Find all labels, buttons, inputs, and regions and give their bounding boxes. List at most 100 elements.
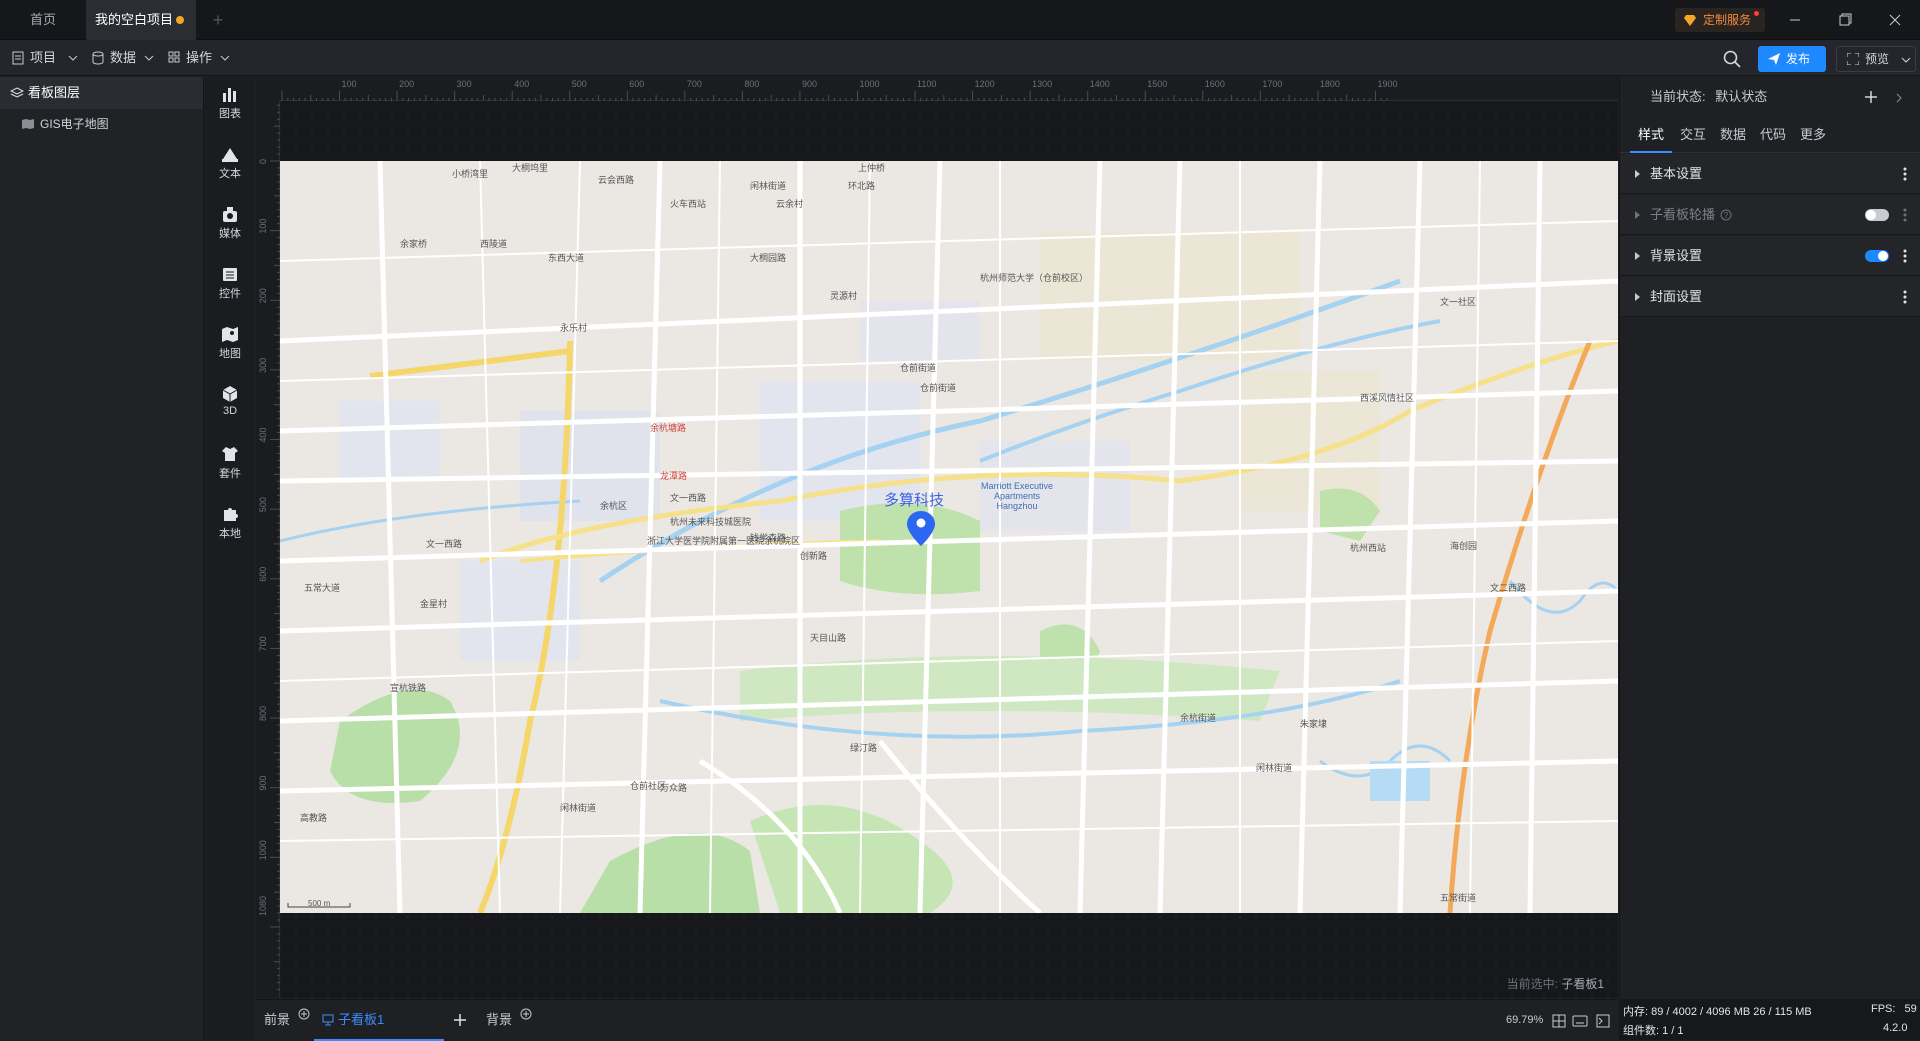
section-basic-settings[interactable]: 基本设置: [1620, 154, 1920, 194]
chevron-down-icon: [1901, 57, 1911, 63]
layers-panel: 看板图层 GIS电子地图: [0, 77, 204, 1040]
tab-sub-board-label: 子看板1: [338, 1012, 385, 1027]
grid-icon: [168, 51, 180, 63]
map-place-label: 钱学森路: [750, 533, 787, 543]
map-place-label: 闲林街道: [560, 803, 597, 813]
current-selected-prefix: 当前选中:: [1506, 977, 1558, 991]
ruler-corner: [256, 77, 280, 101]
ruler-left-label: 100: [258, 219, 268, 234]
chevron-down-icon: [68, 55, 78, 61]
design-canvas[interactable]: 100 200 300 400 500 600 700 800 900 1000 1100 1200 1…: [256, 77, 1618, 998]
more-vertical-icon[interactable]: [1903, 167, 1907, 181]
add-tab-button[interactable]: +: [206, 0, 230, 40]
send-icon: [1768, 53, 1780, 65]
map-place-label: 金星村: [420, 599, 448, 609]
section-carousel[interactable]: 子看板轮播 ?: [1620, 195, 1920, 235]
map-place-label: 绿汀路: [850, 743, 878, 753]
menu-data[interactable]: 数据: [80, 40, 154, 76]
unsaved-dot-icon: [176, 16, 184, 24]
tab-code[interactable]: 代码: [1758, 117, 1788, 153]
map-place-label: 余杭塘路: [650, 423, 687, 433]
ruler-top-ticks: 100 200 300 400 500 600 700 800 900 1000 1100 1200 1…: [281, 79, 1397, 101]
status-bar: 内存: 89 / 4002 / 4096 MB 26 / 115 MB FPS:…: [1619, 999, 1920, 1040]
expand-arrow-icon: [1635, 252, 1640, 260]
minimize-button[interactable]: [1772, 0, 1818, 40]
chevron-down-icon: [220, 55, 230, 61]
component-count-readout: 组件数: 1 / 1: [1623, 1022, 1684, 1038]
ruler-left-label: 400: [258, 427, 268, 442]
ruler-top-label: 200: [399, 79, 414, 89]
tab-data[interactable]: 数据: [1718, 117, 1748, 153]
tab-background[interactable]: 背景: [486, 1000, 532, 1041]
map-place-label: 杭州未来科技城医院: [670, 517, 752, 527]
more-vertical-icon[interactable]: [1903, 208, 1907, 222]
map-place-label: 环北路: [848, 181, 876, 191]
component-3d[interactable]: 3D: [205, 377, 255, 433]
publish-button[interactable]: 发布: [1758, 46, 1826, 72]
component-media[interactable]: 媒体: [205, 197, 255, 253]
component-text[interactable]: 文本: [205, 137, 255, 193]
marker-label: 多算科技: [884, 492, 945, 509]
map-place-label: 海创园: [1450, 541, 1478, 551]
tab-more[interactable]: 更多: [1798, 117, 1828, 153]
fps-label: FPS:: [1871, 1003, 1896, 1015]
tab-interaction[interactable]: 交互: [1678, 117, 1708, 153]
add-circle-icon[interactable]: [520, 1008, 532, 1020]
section-cover-settings[interactable]: 封面设置: [1620, 277, 1920, 317]
more-vertical-icon[interactable]: [1903, 290, 1907, 304]
version-label: 4.2.0: [1883, 1022, 1908, 1034]
ruler-top-label: 400: [514, 79, 529, 89]
ruler-left-ticks: 0 100 200 300 400 500 600 700 800 900 1000 1080: [258, 104, 280, 991]
component-local[interactable]: 本地: [205, 497, 255, 553]
component-chart[interactable]: 图表: [205, 77, 255, 133]
component-chart-label: 图表: [219, 108, 241, 120]
gis-map-widget[interactable]: 多算科技 Marriott Executive Apartments Hangz…: [280, 161, 1618, 913]
ruler-left[interactable]: 0 100 200 300 400 500 600 700 800 900 1000 1080: [256, 101, 280, 998]
terminal-icon[interactable]: [1596, 1014, 1610, 1028]
custom-service-button[interactable]: 定制服务: [1675, 8, 1765, 32]
ruler-top-label: 1600: [1205, 79, 1225, 89]
section-background-settings[interactable]: 背景设置: [1620, 236, 1920, 276]
chevron-right-icon[interactable]: [1896, 93, 1902, 103]
expand-arrow-icon: [1635, 293, 1640, 301]
layer-item-gis-map[interactable]: GIS电子地图: [0, 109, 203, 139]
title-bar: 首页 我的空白项目 + 定制服务: [0, 0, 1920, 40]
tab-sub-board[interactable]: 子看板1: [314, 1000, 444, 1041]
ruler-top-label: 1700: [1262, 79, 1282, 89]
zoom-level[interactable]: 69.79%: [1506, 1000, 1546, 1041]
custom-service-label: 定制服务: [1703, 13, 1752, 27]
search-icon[interactable]: [1723, 50, 1741, 68]
component-map[interactable]: 地图: [205, 317, 255, 373]
ruler-left-label: 1080: [258, 896, 268, 916]
help-icon[interactable]: ?: [1720, 209, 1732, 221]
add-board-button[interactable]: [452, 1000, 472, 1041]
tab-style[interactable]: 样式: [1630, 117, 1672, 153]
state-label: 当前状态:: [1650, 89, 1706, 104]
menu-project[interactable]: 项目: [0, 40, 78, 76]
map-place-label: 永乐村: [560, 323, 588, 333]
component-control[interactable]: 控件: [205, 257, 255, 313]
ruler-top[interactable]: 100 200 300 400 500 600 700 800 900 1000 1100 1200 1…: [280, 77, 1618, 101]
background-toggle[interactable]: [1865, 250, 1889, 262]
menu-operate[interactable]: 操作: [156, 40, 230, 76]
map-place-label: 杭州师范大学（仓前校区）: [980, 273, 1089, 283]
tab-project[interactable]: 我的空白项目: [86, 0, 196, 40]
tab-home[interactable]: 首页: [0, 0, 86, 40]
layers-header: 看板图层: [0, 77, 203, 109]
add-state-icon[interactable]: [1865, 91, 1877, 103]
more-vertical-icon[interactable]: [1903, 249, 1907, 263]
fit-screen-icon[interactable]: [1552, 1014, 1566, 1028]
carousel-toggle[interactable]: [1865, 209, 1889, 221]
preview-button[interactable]: 预览: [1836, 46, 1916, 72]
keyboard-icon[interactable]: [1572, 1015, 1588, 1027]
component-control-label: 控件: [219, 288, 241, 300]
component-kit[interactable]: 套件: [205, 437, 255, 493]
map-place-label: 大桐坞里: [512, 163, 549, 173]
close-button[interactable]: [1872, 0, 1918, 40]
tab-foreground[interactable]: 前景: [264, 1000, 310, 1041]
add-circle-icon[interactable]: [298, 1008, 310, 1020]
database-icon: [92, 51, 104, 65]
svg-text:?: ?: [1724, 211, 1729, 220]
restore-button[interactable]: [1822, 0, 1868, 40]
component-text-label: 文本: [219, 168, 241, 180]
